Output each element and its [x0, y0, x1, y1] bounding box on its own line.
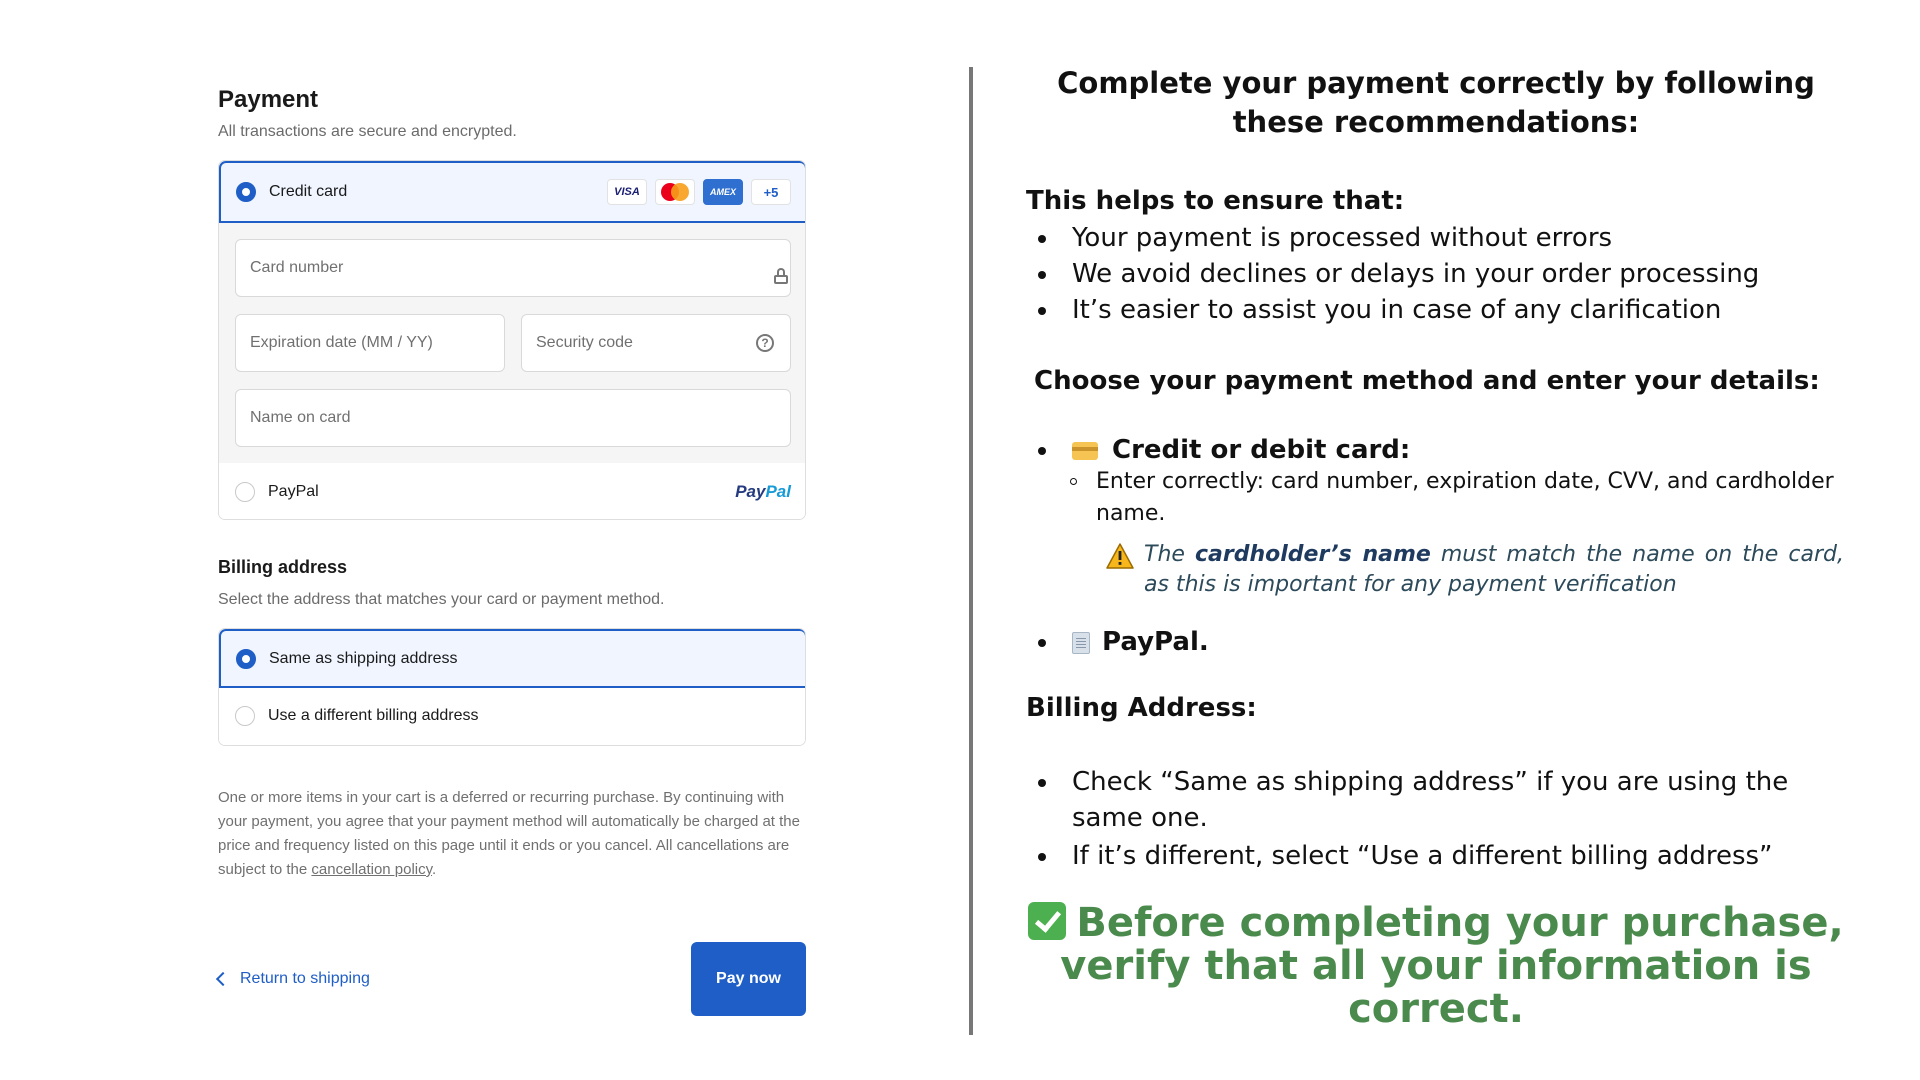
credit-card-form: Card number Expiration date (MM / YY) Se… — [219, 223, 805, 464]
billing-guide-title: Billing Address: — [1026, 693, 1257, 723]
different-billing-label: Use a different billing address — [268, 707, 479, 724]
recurring-notice: One or more items in your cart is a defe… — [218, 789, 800, 878]
paypal-radio[interactable] — [235, 482, 255, 502]
different-billing-option[interactable]: Use a different billing address — [219, 688, 805, 745]
visa-icon: VISA — [607, 179, 647, 205]
list-item: PayPal. — [1038, 624, 1832, 660]
paypal-option[interactable]: PayPal PayPal — [219, 463, 805, 519]
list-item: Check “Same as shipping address” if you … — [1038, 764, 1832, 836]
same-as-shipping-label: Same as shipping address — [269, 650, 458, 667]
more-brands-badge: +5 — [751, 179, 791, 205]
card-detail: Enter correctly: card number, expiration… — [1070, 466, 1844, 530]
credit-card-option[interactable]: Credit card VISA AMEX +5 — [219, 161, 805, 223]
card-number-placeholder: Card number — [250, 259, 344, 276]
amex-icon: AMEX — [703, 179, 743, 205]
return-label: Return to shipping — [240, 970, 370, 987]
help-icon[interactable]: ? — [756, 334, 774, 352]
credit-card-icon — [1072, 441, 1098, 460]
cancellation-policy-link[interactable]: cancellation policy — [311, 861, 432, 878]
paypal-label: PayPal — [268, 483, 319, 500]
list-item: Your payment is processed without errors — [1038, 220, 1832, 256]
pay-now-button[interactable]: Pay now — [691, 942, 806, 1016]
card-number-field[interactable]: Card number — [235, 239, 791, 297]
different-billing-radio[interactable] — [235, 706, 255, 726]
payment-subtitle: All transactions are secure and encrypte… — [218, 123, 517, 140]
ensure-title: This helps to ensure that: — [1026, 186, 1405, 216]
mastercard-icon — [655, 179, 695, 205]
billing-title: Billing address — [218, 557, 348, 577]
expiration-date-field[interactable]: Expiration date (MM / YY) — [235, 314, 505, 372]
choose-title: Choose your payment method and enter you… — [1034, 366, 1820, 396]
credit-card-label: Credit card — [269, 183, 348, 200]
return-to-shipping-link[interactable]: Return to shipping — [215, 970, 370, 988]
card-brands: VISA AMEX +5 — [607, 179, 791, 205]
list-item: Credit or debit card: — [1038, 432, 1832, 468]
list-item: We avoid declines or delays in your orde… — [1038, 256, 1832, 292]
final-reminder: Before completing your purchase, verify … — [1026, 902, 1846, 1031]
divider — [969, 67, 973, 1035]
chevron-left-icon — [215, 971, 231, 987]
list-item: It’s easier to assist you in case of any… — [1038, 292, 1832, 328]
billing-subtitle: Select the address that matches your car… — [218, 591, 665, 608]
payment-methods: Credit card VISA AMEX +5 Card number Exp… — [218, 160, 806, 520]
security-code-field[interactable]: Security code ? — [521, 314, 791, 372]
warning-note: The cardholder’s name must match the nam… — [1106, 540, 1844, 600]
list-item: If it’s different, select “Use a differe… — [1038, 838, 1832, 874]
check-icon — [1028, 902, 1067, 940]
guide-heading: Complete your payment correctly by follo… — [1057, 66, 1815, 139]
security-code-placeholder: Security code — [536, 334, 633, 351]
same-as-shipping-option[interactable]: Same as shipping address — [219, 629, 805, 688]
expiration-placeholder: Expiration date (MM / YY) — [250, 334, 433, 351]
paypal-logo: PayPal — [735, 482, 791, 501]
credit-card-radio[interactable] — [236, 182, 256, 202]
name-on-card-placeholder: Name on card — [250, 409, 351, 426]
name-on-card-field[interactable]: Name on card — [235, 389, 791, 447]
document-icon — [1072, 631, 1090, 654]
warning-icon — [1106, 543, 1134, 569]
same-as-shipping-radio[interactable] — [236, 649, 256, 669]
billing-options: Same as shipping address Use a different… — [218, 628, 806, 746]
payment-title: Payment — [218, 86, 319, 113]
